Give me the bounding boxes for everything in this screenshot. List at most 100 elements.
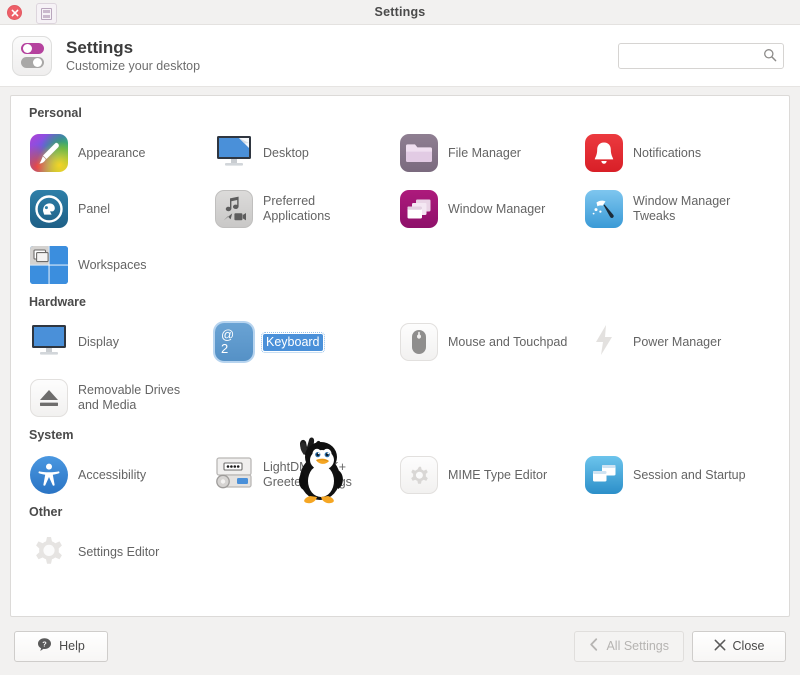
settings-item[interactable]: Panel (23, 181, 208, 237)
settings-item[interactable]: Notifications (578, 125, 763, 181)
settings-item-icon (27, 376, 71, 420)
svg-text:?: ? (42, 639, 47, 648)
window-menu-glyph (41, 7, 52, 20)
settings-item-label: Accessibility (78, 467, 147, 482)
settings-item-icon: @ 2 (212, 320, 256, 364)
window-manager-tweaks-icon (585, 190, 623, 228)
panel-icon (30, 190, 68, 228)
settings-item-icon (27, 243, 71, 287)
settings-item-icon (27, 131, 71, 175)
help-button-label: Help (59, 639, 85, 653)
settings-item-label: Window Manager (448, 201, 546, 216)
settings-item-label: MIME Type Editor (448, 467, 548, 482)
workspaces-icon (30, 246, 68, 284)
category-title: Personal (29, 106, 82, 120)
settings-item-label: LightDM GTK+ Greeter settings (263, 460, 352, 489)
settings-item-label: Window Manager Tweaks (633, 194, 731, 223)
settings-item-label: Session and Startup (633, 467, 746, 482)
settings-manager-window: Settings Settings Customize your desktop… (0, 0, 800, 675)
window-titlebar: Settings (0, 0, 800, 25)
settings-content-area: Personal Appearance Desktop File Manager… (10, 95, 790, 617)
notifications-icon (585, 134, 623, 172)
settings-item-label: File Manager (448, 145, 521, 160)
search-box[interactable] (618, 42, 784, 69)
settings-item-icon (582, 320, 626, 364)
close-button[interactable]: Close (692, 630, 786, 662)
settings-item-label: Keyboard (261, 331, 325, 353)
window-menu-icon[interactable] (36, 3, 57, 24)
close-button-label: Close (732, 639, 765, 653)
power-bolt-icon (591, 323, 617, 362)
category-title: Hardware (29, 295, 86, 309)
help-button[interactable]: ? Help (14, 630, 108, 662)
settings-item[interactable]: Settings Editor (23, 524, 208, 580)
settings-item[interactable]: MIME Type Editor (393, 447, 578, 503)
settings-item[interactable]: Display (23, 314, 208, 370)
search-input[interactable] (618, 42, 784, 69)
settings-item-label: Workspaces (78, 257, 147, 272)
appearance-icon (30, 134, 68, 172)
session-startup-icon (585, 456, 623, 494)
settings-item-icon (212, 131, 256, 175)
keyboard-icon: @ 2 (215, 323, 253, 361)
settings-item-label: Notifications (633, 145, 702, 160)
page-subtitle: Customize your desktop (66, 58, 201, 73)
all-settings-button[interactable]: All Settings (574, 630, 684, 662)
settings-item-icon (27, 453, 71, 497)
settings-item[interactable]: Removable Drives and Media (23, 370, 208, 426)
settings-item[interactable]: Mouse and Touchpad (393, 314, 578, 370)
settings-item-icon (27, 530, 71, 574)
x-icon (714, 639, 726, 654)
category-section: Hardware Display @ 2 Keyboard Mouse and … (11, 295, 789, 426)
settings-item[interactable]: Power Manager (578, 314, 763, 370)
settings-item[interactable]: @ 2 Keyboard (208, 314, 393, 370)
settings-item-label: Preferred Applications (263, 194, 331, 223)
settings-item[interactable]: LightDM GTK+ Greeter settings (208, 447, 393, 503)
page-title: Settings (66, 37, 134, 57)
header-text-block: Settings Customize your desktop (66, 38, 618, 74)
footer-bar: ? Help All Settings Close (0, 617, 800, 675)
settings-item-label: Desktop (263, 145, 309, 160)
close-x-glyph (11, 9, 18, 16)
settings-scroll-region[interactable]: Personal Appearance Desktop File Manager… (11, 96, 789, 616)
settings-item[interactable]: Preferred Applications (208, 181, 393, 237)
category-item-grid: Settings Editor (11, 524, 789, 580)
mouse-icon (400, 323, 438, 361)
accessibility-icon (30, 456, 68, 494)
settings-editor-gear-icon (30, 531, 68, 574)
settings-item-icon (582, 187, 626, 231)
settings-toggles-icon (12, 35, 52, 76)
settings-item[interactable]: Window Manager (393, 181, 578, 237)
all-settings-button-label: All Settings (606, 639, 669, 653)
settings-item[interactable]: Window Manager Tweaks (578, 181, 763, 237)
category-section: System Accessibility LightDM GTK+ Greete… (11, 428, 789, 503)
lightdm-greeter-icon (213, 455, 255, 496)
settings-item[interactable]: File Manager (393, 125, 578, 181)
settings-item-label: Power Manager (633, 334, 722, 349)
gear-icon (400, 456, 438, 494)
file-manager-icon (400, 134, 438, 172)
settings-item[interactable]: Desktop (208, 125, 393, 181)
category-item-grid: Appearance Desktop File Manager Notifica… (11, 125, 789, 293)
settings-item[interactable]: Accessibility (23, 447, 208, 503)
settings-item-label: Display (78, 334, 119, 349)
settings-item-label: Settings Editor (78, 544, 160, 559)
settings-item-icon (27, 320, 71, 364)
help-icon: ? (37, 637, 52, 655)
category-item-grid: Display @ 2 Keyboard Mouse and Touchpad … (11, 314, 789, 426)
settings-item-icon (582, 453, 626, 497)
close-icon[interactable] (7, 5, 22, 20)
settings-item[interactable]: Session and Startup (578, 447, 763, 503)
app-header: Settings Customize your desktop (0, 25, 800, 87)
settings-item[interactable]: Appearance (23, 125, 208, 181)
settings-item-icon (397, 131, 441, 175)
category-title: System (29, 428, 74, 442)
settings-item[interactable]: Workspaces (23, 237, 208, 293)
settings-item-label: Panel (78, 201, 110, 216)
settings-item-label: Mouse and Touchpad (448, 334, 568, 349)
toggle-on-glyph (20, 43, 44, 54)
toggle-off-glyph (20, 57, 44, 68)
settings-item-icon (397, 320, 441, 364)
settings-item-icon (27, 187, 71, 231)
settings-item-icon (397, 187, 441, 231)
